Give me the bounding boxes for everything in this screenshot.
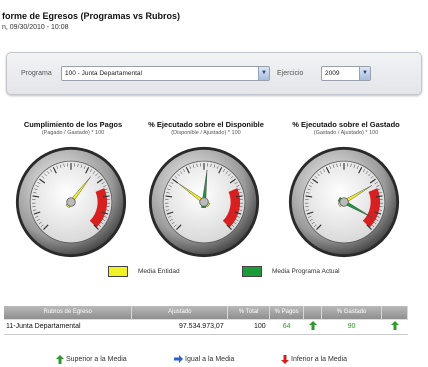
ejercicio-value: 2009 [325, 70, 340, 77]
report-timestamp: n, 09/30/2010 - 10:08 [2, 24, 69, 31]
cell-gastado: 90 [321, 318, 382, 335]
col-header-pagos-trend [303, 306, 323, 319]
col-header-total[interactable]: % Total [227, 306, 271, 319]
gauge-2-subtitle: (Disponible / Ajustado) * 100 [171, 130, 241, 136]
rubros-table: Rubros de Egreso Ajustado % Total % Pago… [4, 306, 408, 335]
col-header-pagos[interactable]: % Pagos [269, 306, 305, 319]
legend-swatch-media-programa [242, 266, 262, 277]
cell-rubro: 11-Junta Departamental [4, 318, 132, 335]
footer-igual-label: Igual a la Media [185, 355, 235, 363]
table-row[interactable]: 11-Junta Departamental 97.534.973,07 100… [4, 318, 408, 335]
footer-superior-label: Superior a la Media [66, 356, 127, 363]
cell-total: 100 [227, 318, 270, 335]
arrow-up-icon [303, 318, 322, 335]
footer-inferior-label: Inferior a la Media [291, 356, 348, 363]
footer-igual: Igual a la Media [174, 355, 234, 363]
programa-label: Programa [21, 70, 52, 77]
arrow-up-icon [381, 318, 408, 335]
arrow-right-icon [174, 355, 183, 363]
gauge-pagos [15, 146, 127, 258]
gauge-hub [339, 197, 349, 207]
legend-swatch-media-entidad [108, 266, 128, 277]
chevron-down-icon[interactable]: ▼ [359, 67, 370, 80]
gauge-1-title: Cumplimiento de los Pagos [23, 120, 123, 129]
programa-select[interactable]: 100 - Junta Departamental ▼ [61, 66, 270, 81]
cell-ajustado: 97.534.973,07 [131, 318, 228, 335]
gauge-3-subtitle: (Gastado / Ajustado) * 100 [313, 130, 379, 136]
gauge-hub [199, 197, 209, 207]
gauge-hub [66, 197, 76, 207]
filter-panel: Programa 100 - Junta Departamental ▼ Eje… [6, 52, 422, 95]
programa-value: 100 - Junta Departamental [65, 70, 142, 77]
report-title: forme de Egresos (Programas vs Rubros) [2, 11, 181, 21]
ejercicio-select[interactable]: 2009 ▼ [321, 66, 371, 81]
gauge-disponible [148, 146, 260, 258]
cell-pagos: 64 [269, 318, 304, 335]
legend-label-media-entidad: Media Entidad [138, 268, 180, 275]
gauge-2-title: % Ejecutado sobre el Disponible [148, 120, 264, 129]
col-header-gastado[interactable]: % Gastado [321, 306, 382, 319]
arrow-up-icon [56, 355, 64, 364]
col-header-gastado-trend [381, 306, 408, 319]
gauge-1-subtitle: (Pagado / Gastado) * 100 [41, 130, 105, 136]
ejercicio-label: Ejercicio [277, 70, 304, 77]
footer-superior: Superior a la Media [56, 355, 127, 364]
col-header-rubro[interactable]: Rubros de Egreso [4, 306, 133, 319]
legend-label-media-programa: Media Programa Actual [272, 268, 340, 275]
col-header-ajustado[interactable]: Ajustado [131, 306, 229, 319]
arrow-down-icon [281, 355, 289, 364]
gauge-gastado [288, 146, 400, 258]
footer-inferior: Inferior a la Media [281, 355, 347, 364]
table-header-row: Rubros de Egreso Ajustado % Total % Pago… [4, 306, 408, 319]
gauge-3-title: % Ejecutado sobre el Gastado [292, 120, 400, 129]
chevron-down-icon[interactable]: ▼ [258, 67, 269, 80]
